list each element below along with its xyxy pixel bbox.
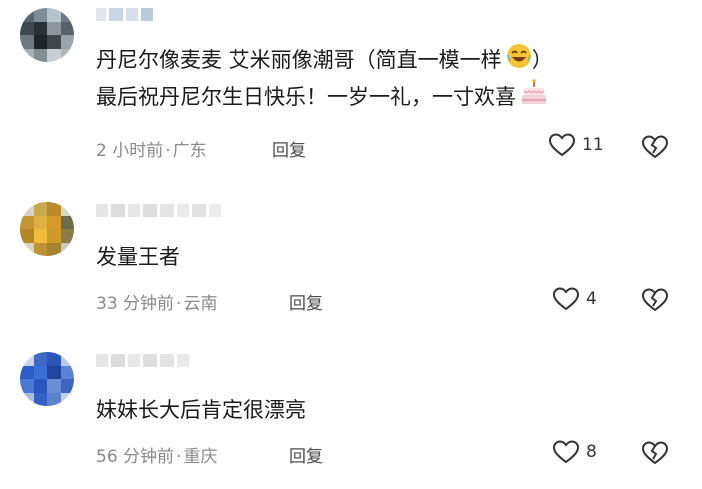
comment-meta: 33 分钟前 · 云南 — [96, 294, 218, 314]
like-button[interactable]: 8 — [552, 439, 597, 465]
comment-location: 重庆 — [183, 447, 218, 467]
like-count: 8 — [586, 442, 597, 462]
username-blurred[interactable] — [96, 354, 189, 367]
avatar[interactable] — [20, 202, 74, 256]
comment-item: 发量王者 33 分钟前 · 云南 回复 4 — [0, 190, 702, 325]
comment-item: 妹妹长大后肯定很漂亮 56 分钟前 · 重庆 回复 8 — [0, 340, 702, 489]
comment-meta: 56 分钟前 · 重庆 — [96, 447, 218, 467]
reply-button[interactable]: 回复 — [289, 289, 323, 314]
reply-button[interactable]: 回复 — [289, 442, 323, 467]
comment-location: 云南 — [183, 294, 218, 314]
comment-time: 33 分钟前 — [96, 294, 175, 314]
reply-button[interactable]: 回复 — [272, 136, 306, 161]
comment-time: 56 分钟前 — [96, 447, 175, 467]
like-button[interactable]: 4 — [552, 286, 597, 312]
laughing-crying-emoji — [506, 43, 532, 79]
heart-outline-icon — [548, 133, 576, 157]
comment-text: 丹尼尔像麦麦 艾米丽像潮哥（简直一模一样 ） 最后祝丹尼尔生日快乐！一岁一礼，一… — [96, 43, 553, 117]
broken-heart-icon — [641, 441, 669, 465]
comment-item: 丹尼尔像麦麦 艾米丽像潮哥（简直一模一样 ） 最后祝丹尼尔生日快乐！一岁一礼，一… — [0, 0, 702, 170]
username-blurred[interactable] — [96, 204, 221, 217]
avatar[interactable] — [20, 8, 74, 62]
comment-text: 发量王者 — [96, 245, 180, 269]
dislike-button[interactable] — [641, 440, 669, 470]
comment-text: 妹妹长大后肯定很漂亮 — [96, 398, 306, 422]
comment-location: 广东 — [172, 141, 207, 161]
dislike-button[interactable] — [641, 287, 669, 317]
broken-heart-icon — [641, 288, 669, 312]
avatar[interactable] — [20, 352, 74, 406]
birthday-cake-emoji — [520, 79, 548, 117]
like-count: 4 — [586, 289, 597, 309]
username-blurred[interactable] — [96, 8, 153, 21]
like-count: 11 — [582, 135, 604, 155]
dislike-button[interactable] — [641, 134, 669, 164]
comment-meta: 2 小时前 · 广东 — [96, 141, 207, 161]
heart-outline-icon — [552, 287, 580, 311]
heart-outline-icon — [552, 440, 580, 464]
comment-time: 2 小时前 — [96, 141, 164, 161]
like-button[interactable]: 11 — [548, 132, 604, 158]
broken-heart-icon — [641, 135, 669, 159]
